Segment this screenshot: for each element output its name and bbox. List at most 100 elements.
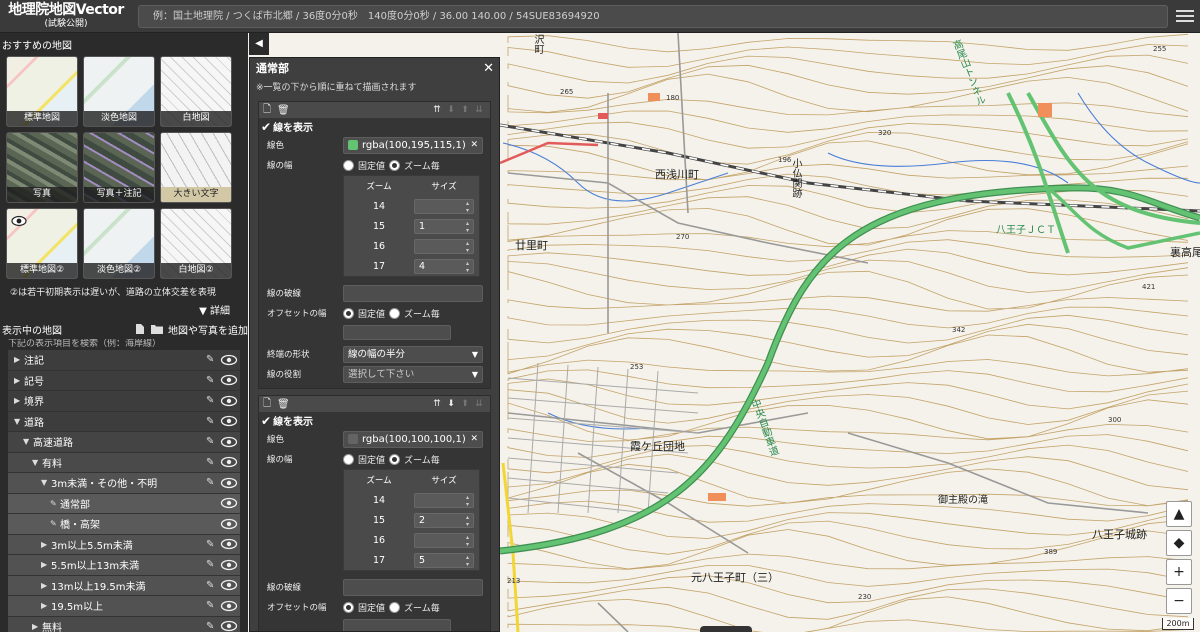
- basemap-photo-annotated[interactable]: 写真＋注記: [83, 132, 155, 203]
- layer-row[interactable]: ▶ 3m以上5.5m未満 ✎: [8, 534, 240, 555]
- eye-icon[interactable]: [220, 558, 238, 572]
- edit-icon[interactable]: ✎: [206, 600, 220, 611]
- radio-per-zoom[interactable]: [389, 159, 401, 171]
- layer-row[interactable]: ▼ 高速道路 ✎: [8, 432, 240, 453]
- layer-filter[interactable]: 下記の表示項目を検索（例：海岸線）: [8, 339, 248, 350]
- offset-input[interactable]: [343, 619, 451, 631]
- chevron-right-icon[interactable]: ▶: [41, 581, 51, 590]
- app-title[interactable]: 地理院地図Vector (試験公開): [4, 2, 128, 29]
- color-picker[interactable]: rgba(100,100,100,1) ✕: [343, 430, 483, 448]
- layer-row[interactable]: ✎ 橋・高架: [8, 514, 240, 535]
- chevron-down-icon[interactable]: ▼: [32, 458, 42, 467]
- chevron-right-icon[interactable]: ▶: [41, 601, 51, 610]
- eye-icon[interactable]: [220, 394, 238, 408]
- clear-icon[interactable]: ✕: [470, 140, 478, 150]
- chevron-right-icon[interactable]: ▶: [14, 376, 24, 385]
- zoom-out-button[interactable]: −: [1166, 588, 1192, 614]
- chevron-down-icon[interactable]: ▼: [14, 417, 24, 426]
- move-up-icon[interactable]: ⬆: [458, 105, 472, 115]
- edit-icon[interactable]: ✎: [206, 621, 220, 632]
- eye-icon[interactable]: [220, 517, 238, 531]
- basemap-blank-2[interactable]: 白地図②: [160, 208, 232, 279]
- basemap-blank[interactable]: 白地図: [160, 56, 232, 127]
- layer-row[interactable]: ✎ 通常部: [8, 493, 240, 514]
- basemap-pale-2[interactable]: 淡色地図②: [83, 208, 155, 279]
- line-role-select[interactable]: 選択して下さい: [343, 365, 483, 383]
- new-document-icon[interactable]: 🗋: [263, 102, 277, 119]
- tilt-up-button[interactable]: ▲: [1166, 501, 1192, 527]
- color-picker[interactable]: rgba(100,195,115,1) ✕: [343, 136, 483, 154]
- move-up-icon[interactable]: ⬆: [458, 399, 472, 409]
- folder-icon[interactable]: [150, 323, 164, 335]
- trash-icon[interactable]: 🗑: [277, 105, 291, 116]
- size-input[interactable]: [414, 238, 474, 254]
- edit-icon[interactable]: ✎: [206, 477, 220, 488]
- chevron-right-icon[interactable]: ▶: [14, 355, 24, 364]
- edit-icon[interactable]: ✎: [206, 436, 220, 447]
- layer-row[interactable]: ▶ 記号 ✎: [8, 370, 240, 391]
- add-map-button[interactable]: 地図や写真を追加: [168, 322, 248, 337]
- eye-icon[interactable]: [220, 455, 238, 469]
- eye-icon[interactable]: [220, 435, 238, 449]
- collapse-panel-button[interactable]: ◀: [249, 33, 269, 55]
- size-input[interactable]: 2: [414, 512, 474, 528]
- basemap-standard-2[interactable]: 標準地図②: [6, 208, 78, 279]
- menu-icon[interactable]: [1176, 7, 1194, 25]
- move-bottom-icon[interactable]: ⇊: [472, 105, 486, 115]
- eye-icon[interactable]: [220, 599, 238, 613]
- move-bottom-icon[interactable]: ⇊: [472, 399, 486, 409]
- zoom-in-button[interactable]: +: [1166, 559, 1192, 585]
- edit-icon[interactable]: ✎: [206, 457, 220, 468]
- basemap-pale[interactable]: 淡色地図: [83, 56, 155, 127]
- chevron-right-icon[interactable]: ▶: [14, 396, 24, 405]
- document-icon[interactable]: [134, 323, 146, 335]
- size-input[interactable]: [414, 492, 474, 508]
- layer-row[interactable]: ▼ 3m未満・その他・不明 ✎: [8, 473, 240, 494]
- search-box[interactable]: [138, 5, 1168, 28]
- line-cap-select[interactable]: 線の幅の半分: [343, 345, 483, 363]
- edit-icon[interactable]: ✎: [206, 559, 220, 570]
- edit-icon[interactable]: ✎: [206, 580, 220, 591]
- eye-icon[interactable]: [220, 476, 238, 490]
- size-input[interactable]: 5: [414, 552, 474, 568]
- dash-input[interactable]: [343, 284, 483, 302]
- trash-icon[interactable]: 🗑: [277, 399, 291, 410]
- dash-input[interactable]: [343, 578, 483, 596]
- layer-row[interactable]: ▶ 注記 ✎: [8, 350, 240, 371]
- eye-icon[interactable]: [220, 414, 238, 428]
- layer-row[interactable]: ▼ 有料 ✎: [8, 452, 240, 473]
- detail-toggle[interactable]: ▼ 詳細: [0, 298, 248, 317]
- radio-per-zoom[interactable]: [389, 601, 401, 613]
- chevron-right-icon[interactable]: ▶: [41, 540, 51, 549]
- search-input[interactable]: [139, 6, 1167, 27]
- basemap-standard[interactable]: 標準地図: [6, 56, 78, 127]
- show-line-toggle[interactable]: ✔ 線を表示: [259, 118, 490, 135]
- size-input[interactable]: [414, 198, 474, 214]
- layer-row[interactable]: ▼ 道路 ✎: [8, 411, 240, 432]
- eye-icon[interactable]: [220, 578, 238, 592]
- new-document-icon[interactable]: 🗋: [263, 396, 277, 413]
- chevron-right-icon[interactable]: ▶: [32, 622, 42, 631]
- chevron-down-icon[interactable]: ▼: [23, 437, 33, 446]
- edit-icon[interactable]: ✎: [206, 354, 220, 365]
- basemap-large-text[interactable]: 大きい文字: [160, 132, 232, 203]
- layer-row[interactable]: ▶ 境界 ✎: [8, 391, 240, 412]
- layer-row[interactable]: ▶ 19.5m以上 ✎: [8, 596, 240, 617]
- edit-icon[interactable]: ✎: [206, 416, 220, 427]
- bottom-panel-tab[interactable]: [700, 626, 752, 632]
- move-down-icon[interactable]: ⬇: [444, 105, 458, 115]
- compass-button[interactable]: ◆: [1166, 530, 1192, 556]
- layer-row[interactable]: ▶ 13m以上19.5m未満 ✎: [8, 575, 240, 596]
- basemap-photo[interactable]: 写真: [6, 132, 78, 203]
- edit-icon[interactable]: ✎: [206, 539, 220, 550]
- move-down-icon[interactable]: ⬇: [444, 399, 458, 409]
- size-input[interactable]: 4: [414, 258, 474, 274]
- layer-row[interactable]: ▶ 5.5m以上13m未満 ✎: [8, 555, 240, 576]
- pen-icon[interactable]: ✎: [50, 519, 60, 528]
- eye-icon[interactable]: [220, 537, 238, 551]
- move-top-icon[interactable]: ⇈: [430, 399, 444, 409]
- radio-fixed[interactable]: [343, 307, 354, 319]
- radio-per-zoom[interactable]: [389, 453, 401, 465]
- size-input[interactable]: [414, 532, 474, 548]
- edit-icon[interactable]: ✎: [206, 375, 220, 386]
